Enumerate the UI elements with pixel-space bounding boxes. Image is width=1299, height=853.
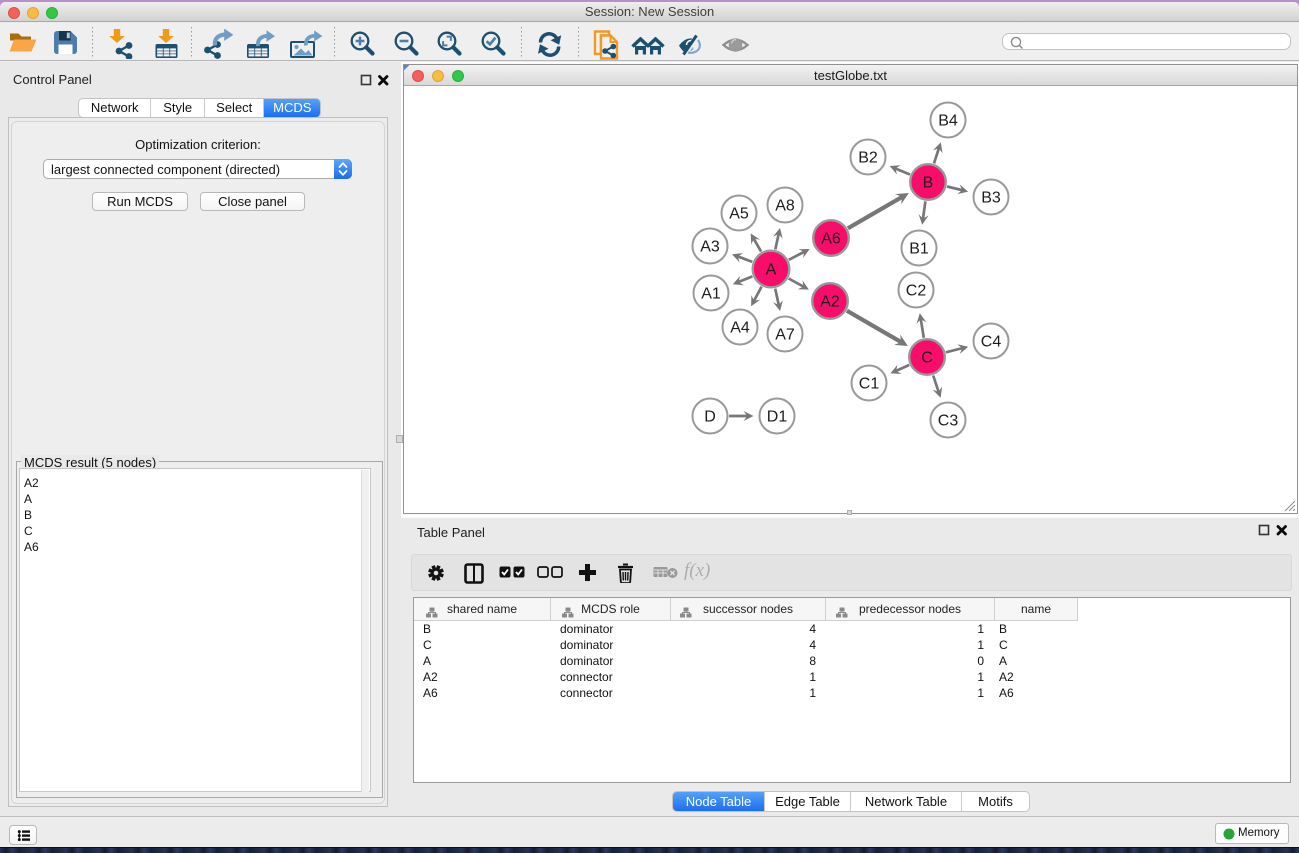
svg-text:C2: C2 [906,283,927,300]
svg-text:A1: A1 [701,286,721,303]
svg-text:A2: A2 [820,294,840,311]
svg-text:B: B [923,175,934,192]
svg-text:C: C [921,350,933,367]
svg-text:A7: A7 [775,327,795,344]
svg-text:D1: D1 [767,409,788,426]
svg-text:A4: A4 [730,320,750,337]
svg-text:C1: C1 [859,376,880,393]
svg-text:C3: C3 [938,413,959,430]
svg-text:A6: A6 [821,231,841,248]
svg-text:A8: A8 [775,198,795,215]
svg-text:B3: B3 [981,190,1001,207]
svg-text:B1: B1 [909,241,929,258]
svg-text:B2: B2 [858,150,878,167]
svg-text:A: A [766,262,777,279]
svg-text:C4: C4 [981,334,1002,351]
svg-text:A5: A5 [729,206,749,223]
svg-text:B4: B4 [938,113,958,130]
svg-text:D: D [704,409,716,426]
svg-text:A3: A3 [700,239,720,256]
